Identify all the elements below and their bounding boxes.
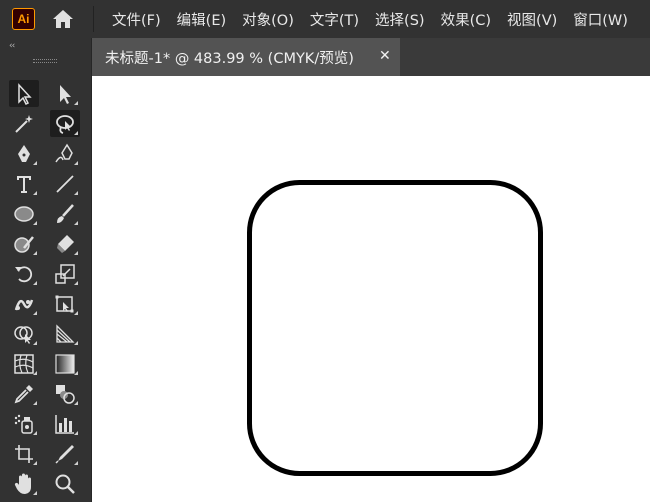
hand-tool-icon[interactable] — [9, 470, 39, 497]
slice-tool-icon[interactable] — [50, 440, 80, 467]
curvature-tool-icon[interactable] — [50, 140, 80, 167]
mesh-tool-icon[interactable] — [9, 350, 39, 377]
menu-bar: Ai 文件(F) 编辑(E) 对象(O) 文字(T) 选择(S) 效果(C) 视… — [0, 0, 650, 38]
collapse-panel-icon[interactable]: ‹‹ — [9, 41, 15, 51]
home-icon[interactable] — [50, 8, 76, 30]
pen-tool-icon[interactable] — [9, 140, 39, 167]
menu-type[interactable]: 文字(T) — [302, 9, 367, 30]
menu-select[interactable]: 选择(S) — [367, 9, 433, 30]
scale-tool-icon[interactable] — [50, 260, 80, 287]
lasso-tool-icon[interactable] — [50, 110, 80, 137]
zoom-tool-icon[interactable] — [50, 470, 80, 497]
free-transform-tool-icon[interactable] — [50, 290, 80, 317]
paintbrush-tool-icon[interactable] — [50, 200, 80, 227]
panel-grip[interactable] — [33, 59, 57, 63]
tools-panel: ‹‹ — [0, 38, 92, 502]
menu-separator — [93, 6, 94, 32]
line-segment-tool-icon[interactable] — [50, 170, 80, 197]
menu-object[interactable]: 对象(O) — [234, 9, 302, 30]
ellipse-tool-icon[interactable] — [9, 200, 39, 227]
menu-items: 文件(F) 编辑(E) 对象(O) 文字(T) 选择(S) 效果(C) 视图(V… — [104, 0, 636, 38]
shaper-tool-icon[interactable] — [9, 230, 39, 257]
rounded-rectangle-shape[interactable] — [247, 180, 543, 476]
close-icon[interactable]: ✕ — [379, 48, 391, 64]
menu-view[interactable]: 视图(V) — [499, 9, 565, 30]
menu-edit[interactable]: 编辑(E) — [169, 9, 234, 30]
eyedropper-tool-icon[interactable] — [9, 380, 39, 407]
artboard-canvas[interactable] — [92, 76, 650, 502]
eraser-tool-icon[interactable] — [50, 230, 80, 257]
blend-tool-icon[interactable] — [50, 380, 80, 407]
illustrator-logo: Ai — [12, 8, 35, 30]
puppet-warp-tool-icon[interactable] — [9, 290, 39, 317]
gradient-tool-icon[interactable] — [50, 350, 80, 377]
document-tab-title: 未标题-1* @ 483.99 % (CMYK/预览) — [105, 50, 354, 67]
menu-effect[interactable]: 效果(C) — [433, 9, 499, 30]
menu-window[interactable]: 窗口(W) — [565, 9, 636, 30]
artboard-tool-icon[interactable] — [9, 440, 39, 467]
selection-tool-icon[interactable] — [9, 80, 39, 107]
magic-wand-tool-icon[interactable] — [9, 110, 39, 137]
direct-selection-tool-icon[interactable] — [50, 80, 80, 107]
shape-builder-tool-icon[interactable] — [9, 320, 39, 347]
column-graph-tool-icon[interactable] — [50, 410, 80, 437]
document-tab[interactable]: 未标题-1* @ 483.99 % (CMYK/预览) ✕ — [92, 38, 400, 76]
menu-file[interactable]: 文件(F) — [104, 9, 169, 30]
document-tab-bar: 未标题-1* @ 483.99 % (CMYK/预览) ✕ — [92, 38, 650, 76]
rotate-tool-icon[interactable] — [9, 260, 39, 287]
type-tool-icon[interactable] — [9, 170, 39, 197]
symbol-sprayer-tool-icon[interactable] — [9, 410, 39, 437]
perspective-grid-tool-icon[interactable] — [50, 320, 80, 347]
